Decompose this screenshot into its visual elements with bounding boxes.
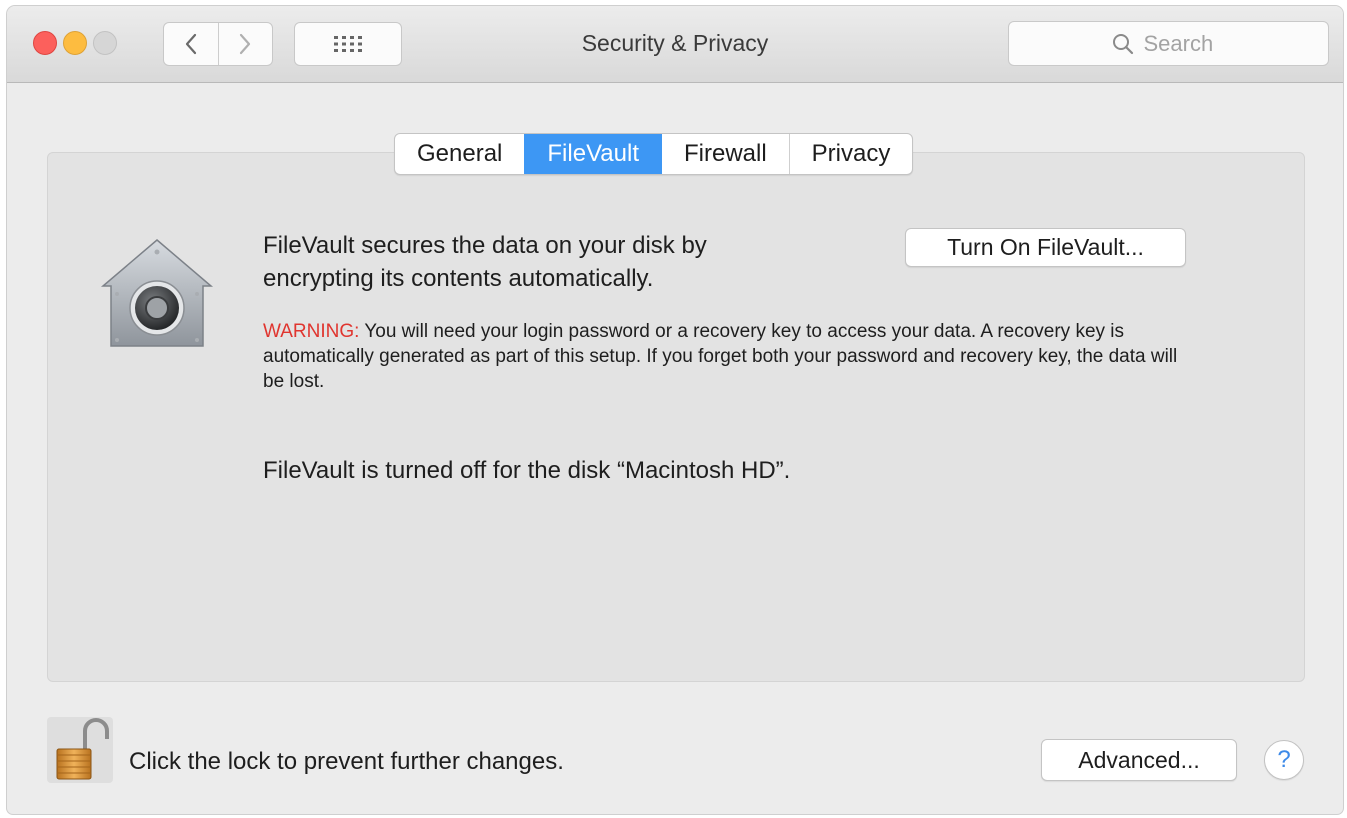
help-button[interactable]: ?: [1264, 740, 1304, 780]
warning-label: WARNING:: [263, 321, 360, 342]
help-question-icon: ?: [1277, 746, 1291, 773]
lock-button[interactable]: [47, 717, 113, 783]
show-all-grid-icon: [334, 36, 362, 52]
tab-general[interactable]: General: [395, 134, 524, 174]
advanced-button[interactable]: Advanced...: [1041, 739, 1237, 781]
tab-privacy[interactable]: Privacy: [788, 134, 913, 174]
lock-message: Click the lock to prevent further change…: [129, 748, 564, 775]
back-button[interactable]: [164, 23, 218, 65]
security-privacy-window: Security & Privacy General FileVault Fir…: [7, 6, 1343, 814]
search-field[interactable]: [1008, 21, 1329, 66]
magnifying-glass-icon: [1112, 33, 1133, 54]
chevron-right-icon: [240, 33, 251, 55]
chevron-left-icon: [185, 33, 196, 55]
forward-button[interactable]: [217, 23, 273, 65]
tab-bar: General FileVault Firewall Privacy: [394, 133, 914, 175]
zoom-window-button[interactable]: [93, 31, 117, 55]
unlocked-padlock-icon: [56, 718, 109, 780]
minimize-window-button[interactable]: [63, 31, 87, 55]
tab-firewall[interactable]: Firewall: [660, 134, 789, 174]
tab-filevault[interactable]: FileVault: [524, 134, 661, 174]
back-forward-buttons: [163, 22, 273, 66]
search-input[interactable]: [1141, 29, 1226, 58]
filevault-status: FileVault is turned off for the disk “Ma…: [263, 457, 791, 484]
warning-text: You will need your login password or a r…: [263, 321, 1178, 392]
title-bar: Security & Privacy: [7, 6, 1343, 83]
filevault-warning: WARNING: You will need your login passwo…: [263, 319, 1183, 394]
filevault-house-vault-icon: [100, 239, 214, 347]
close-window-button[interactable]: [33, 31, 57, 55]
filevault-description: FileVault secures the data on your disk …: [263, 232, 707, 292]
show-all-button[interactable]: [294, 22, 402, 66]
turn-on-filevault-button[interactable]: Turn On FileVault...: [905, 228, 1186, 267]
